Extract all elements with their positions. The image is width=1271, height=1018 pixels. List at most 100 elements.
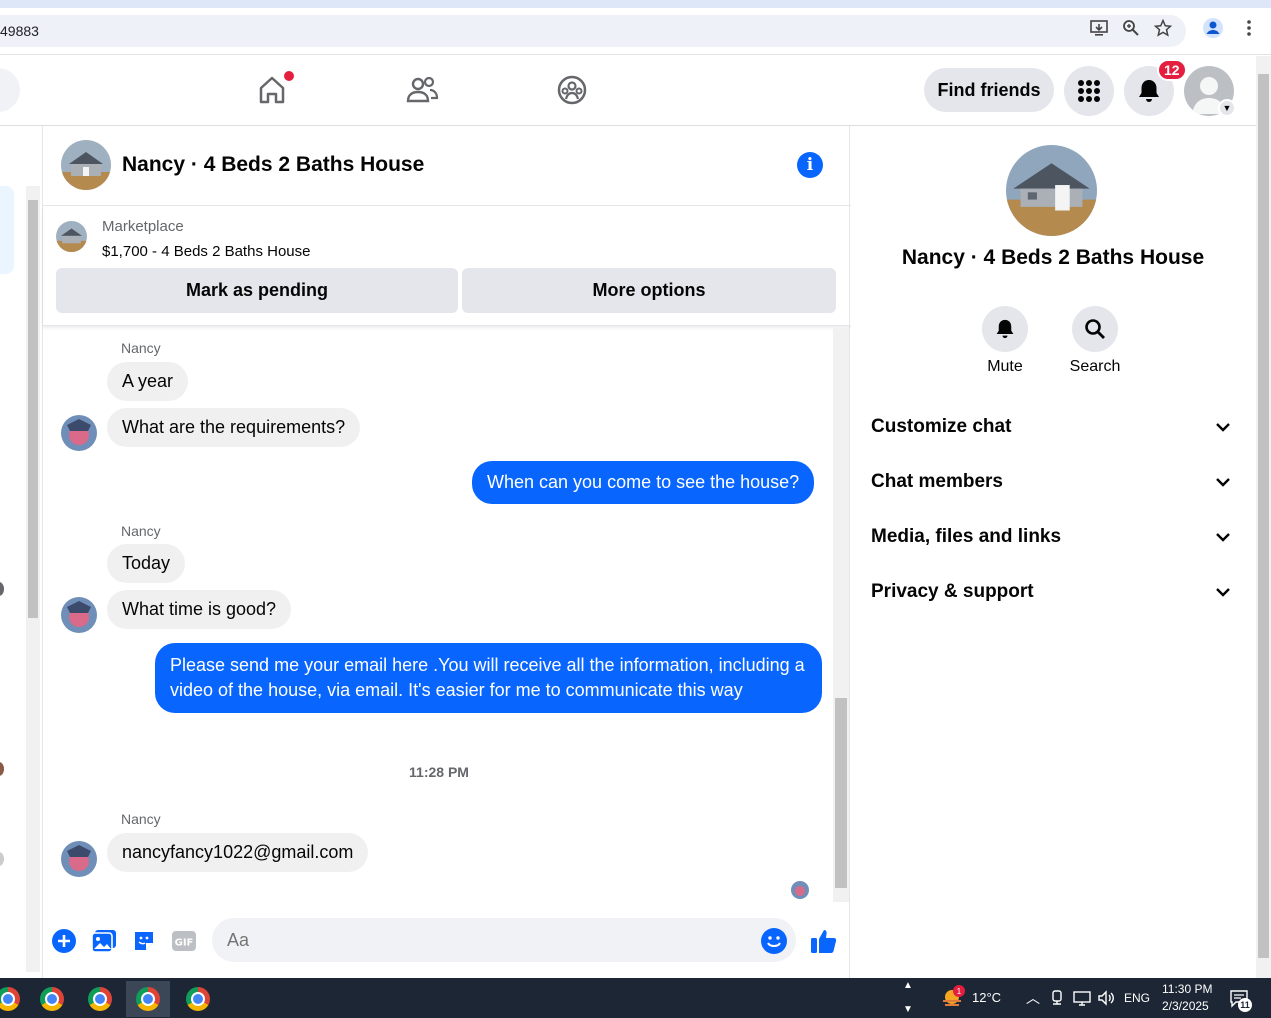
message-scroll-thumb[interactable] (835, 698, 847, 888)
info-icon[interactable]: i (797, 152, 823, 178)
message-bubble[interactable]: What are the requirements? (107, 408, 361, 447)
message-bubble[interactable]: What time is good? (107, 590, 292, 629)
notification-badge: 12 (1157, 59, 1187, 81)
customize-chat-section[interactable]: Customize chat (859, 402, 1243, 452)
house-photo[interactable] (1006, 145, 1097, 236)
taskbar-chrome-app-active[interactable] (126, 981, 170, 1017)
chrome-icon (88, 987, 112, 1011)
section-label: Media, files and links (871, 526, 1062, 547)
listing-title[interactable]: $1,700 - 4 Beds 2 Baths House (102, 243, 310, 260)
menu-grid-button[interactable] (1064, 66, 1114, 116)
search-label: Search (1069, 358, 1121, 375)
bell-icon (1139, 80, 1159, 102)
add-plus-icon[interactable] (51, 928, 77, 954)
zoom-icon[interactable] (1119, 16, 1143, 40)
marketplace-label: Marketplace (102, 218, 184, 235)
house-photo[interactable] (61, 140, 111, 190)
address-bar[interactable]: 49883 (0, 15, 1186, 47)
chevron-down-icon[interactable]: ▼ (903, 1004, 913, 1015)
sent-message-bubble[interactable]: When can you come to see the house? (472, 461, 815, 504)
taskbar-chrome-app[interactable] (78, 981, 122, 1017)
conversation-panel: Nancy · 4 Beds 2 Baths House i Marketpla… (42, 126, 851, 978)
message-list: Nancy A year What are the requirements? … (43, 328, 835, 904)
mute-action[interactable]: Mute (960, 306, 1050, 376)
section-label: Chat members (871, 471, 1003, 492)
facebook-topnav: Find friends (0, 56, 1256, 126)
bookmark-star-icon[interactable] (1151, 16, 1175, 40)
friends-icon[interactable] (402, 70, 442, 110)
weather-temperature[interactable]: 12°C (972, 990, 1001, 1005)
message-bubble[interactable]: Today (107, 544, 186, 583)
browser-toolbar: 49883 (0, 8, 1271, 55)
search-action[interactable]: Search (1050, 306, 1140, 376)
chrome-icon (0, 987, 20, 1011)
svg-text:GIF: GIF (175, 938, 194, 949)
chat-list-scroll-thumb[interactable] (28, 200, 38, 618)
mark-as-pending-button[interactable]: Mark as pending (56, 268, 458, 313)
mute-label: Mute (987, 358, 1023, 375)
chevron-down-icon[interactable]: ▼ (1218, 99, 1236, 117)
taskbar-chrome-app[interactable] (0, 981, 30, 1017)
chevron-down-icon (1216, 588, 1230, 597)
chevron-up-icon[interactable]: ▲ (903, 980, 913, 991)
nancy-avatar[interactable] (61, 841, 97, 877)
nancy-avatar[interactable] (61, 415, 97, 451)
media-files-links-section[interactable]: Media, files and links (859, 512, 1243, 562)
section-label: Privacy & support (871, 581, 1034, 602)
selected-chat-highlight (0, 186, 14, 274)
chevron-down-icon (1216, 423, 1230, 432)
search-icon (1072, 306, 1118, 352)
clock-time[interactable]: 11:30 PM (1162, 982, 1212, 996)
taskbar-chrome-app[interactable] (176, 981, 220, 1017)
tray-chevron-up-icon[interactable]: ︿ (1026, 988, 1040, 1008)
weather-badge: 1 (953, 985, 965, 997)
chat-info-panel: Nancy · 4 Beds 2 Baths House Mute Search… (851, 126, 1255, 978)
sender-name: Nancy (121, 340, 161, 356)
groups-icon[interactable] (552, 70, 592, 110)
chevron-down-icon (1216, 533, 1230, 542)
more-options-button[interactable]: More options (462, 268, 836, 313)
nancy-avatar[interactable] (61, 597, 97, 633)
bell-icon (982, 306, 1028, 352)
chat-title[interactable]: Nancy · 4 Beds 2 Baths House (122, 153, 424, 177)
facebook-search[interactable] (0, 68, 20, 112)
gif-icon[interactable]: GIF (171, 928, 197, 954)
sender-name: Nancy (121, 811, 161, 827)
seen-indicator-avatar (791, 881, 809, 899)
privacy-support-section[interactable]: Privacy & support (859, 567, 1243, 617)
language-indicator[interactable]: ENG (1124, 991, 1150, 1005)
message-bubble[interactable]: nancyfancy1022@gmail.com (107, 833, 369, 872)
section-label: Customize chat (871, 416, 1012, 437)
chrome-icon (186, 987, 210, 1011)
chrome-icon (136, 987, 160, 1011)
profile-icon[interactable] (1201, 16, 1225, 40)
chevron-down-icon (1216, 478, 1230, 487)
meeting-icon[interactable] (1050, 990, 1064, 1011)
photo-icon[interactable] (91, 928, 117, 954)
sticker-icon[interactable] (131, 928, 157, 954)
message-input[interactable] (212, 918, 796, 962)
listing-thumbnail[interactable] (56, 221, 87, 252)
chat-info-title: Nancy · 4 Beds 2 Baths House (901, 246, 1205, 269)
taskbar-chrome-app[interactable] (30, 981, 74, 1017)
network-icon[interactable] (1073, 990, 1091, 1011)
page-scroll-thumb[interactable] (1258, 74, 1269, 958)
sender-name: Nancy (121, 523, 161, 539)
message-bubble[interactable]: A year (107, 362, 189, 401)
chat-members-section[interactable]: Chat members (859, 457, 1243, 507)
thumbs-up-icon[interactable] (809, 926, 839, 956)
marketplace-listing-panel: Marketplace $1,700 - 4 Beds 2 Baths Hous… (43, 206, 851, 326)
install-app-icon[interactable] (1087, 16, 1111, 40)
chat-header: Nancy · 4 Beds 2 Baths House i (43, 126, 851, 206)
volume-icon[interactable] (1097, 990, 1115, 1011)
notification-count-badge: 11 (1238, 998, 1252, 1012)
sent-message-bubble[interactable]: Please send me your email here .You will… (155, 643, 822, 713)
message-timestamp: 11:28 PM (409, 764, 469, 780)
message-composer: GIF (43, 904, 851, 978)
emoji-icon[interactable] (761, 928, 787, 954)
clock-date[interactable]: 2/3/2025 (1162, 999, 1209, 1013)
home-notification-dot (284, 71, 294, 81)
browser-menu-icon[interactable] (1237, 16, 1261, 40)
find-friends-button[interactable]: Find friends (924, 68, 1054, 112)
chrome-icon (40, 987, 64, 1011)
